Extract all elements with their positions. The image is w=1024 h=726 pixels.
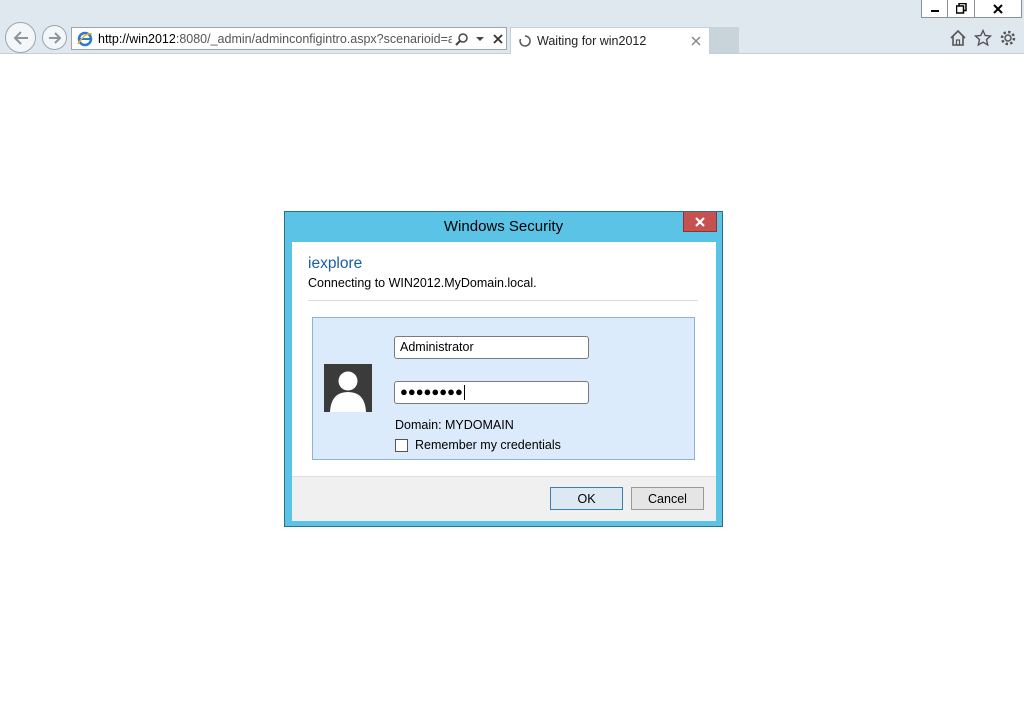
chevron-down-icon[interactable]: [472, 31, 488, 47]
restore-button[interactable]: [947, 0, 975, 18]
star-icon[interactable]: [973, 28, 993, 48]
username-field[interactable]: Administrator: [394, 336, 589, 359]
close-icon: [695, 216, 705, 227]
remember-credentials-label[interactable]: Remember my credentials: [415, 438, 561, 452]
text-caret: [463, 385, 465, 401]
address-bar[interactable]: http://win2012:8080/_admin/adminconfigin…: [71, 27, 507, 50]
domain-label: Domain: MYDOMAIN: [395, 418, 514, 432]
minimize-icon: [930, 9, 939, 12]
dialog-footer: OK Cancel: [292, 476, 716, 521]
password-field[interactable]: ●●●●●●●●: [394, 381, 589, 404]
connection-message: Connecting to WIN2012.MyDomain.local.: [308, 276, 537, 290]
url-path: :8080/_admin/adminconfigintro.aspx?scena…: [175, 31, 452, 46]
url-host: http://win2012: [98, 31, 176, 46]
tab-title: Waiting for win2012: [537, 34, 647, 48]
browser-chrome: http://win2012:8080/_admin/adminconfigin…: [0, 0, 1024, 54]
gear-icon[interactable]: [998, 28, 1018, 48]
divider: [308, 300, 698, 301]
minimize-button[interactable]: [921, 0, 948, 18]
dialog-close-button[interactable]: [683, 212, 717, 232]
forward-arrow-icon: [48, 31, 61, 44]
internet-explorer-icon: [77, 31, 93, 46]
credential-panel[interactable]: Administrator ●●●●●●●● Domain: MYDOMAIN …: [312, 317, 695, 460]
windows-security-dialog: Windows Security iexplore Connecting to …: [284, 211, 723, 527]
tab-close-icon[interactable]: [689, 34, 703, 48]
app-name: iexplore: [308, 255, 363, 272]
tab-active[interactable]: Waiting for win2012: [510, 27, 710, 54]
window-close-button[interactable]: [974, 0, 1022, 18]
home-icon[interactable]: [948, 28, 968, 48]
new-tab-button[interactable]: [710, 27, 739, 53]
forward-button[interactable]: [42, 25, 67, 50]
cancel-button[interactable]: Cancel: [631, 487, 704, 510]
dialog-title: Windows Security: [443, 218, 564, 235]
search-icon[interactable]: [454, 31, 470, 47]
password-mask: ●●●●●●●●: [400, 384, 463, 399]
url-text[interactable]: http://win2012:8080/_admin/adminconfigin…: [98, 32, 452, 46]
stop-icon[interactable]: [490, 31, 506, 47]
back-button[interactable]: [5, 22, 36, 53]
ok-button[interactable]: OK: [550, 487, 623, 510]
dialog-body: iexplore Connecting to WIN2012.MyDomain.…: [292, 242, 716, 521]
remember-credentials-checkbox[interactable]: [395, 439, 408, 452]
loading-spinner-icon: [519, 35, 531, 47]
restore-icon: [955, 3, 967, 14]
back-arrow-icon: [13, 30, 28, 45]
close-icon: [993, 3, 1003, 14]
user-avatar-icon: [324, 364, 372, 412]
